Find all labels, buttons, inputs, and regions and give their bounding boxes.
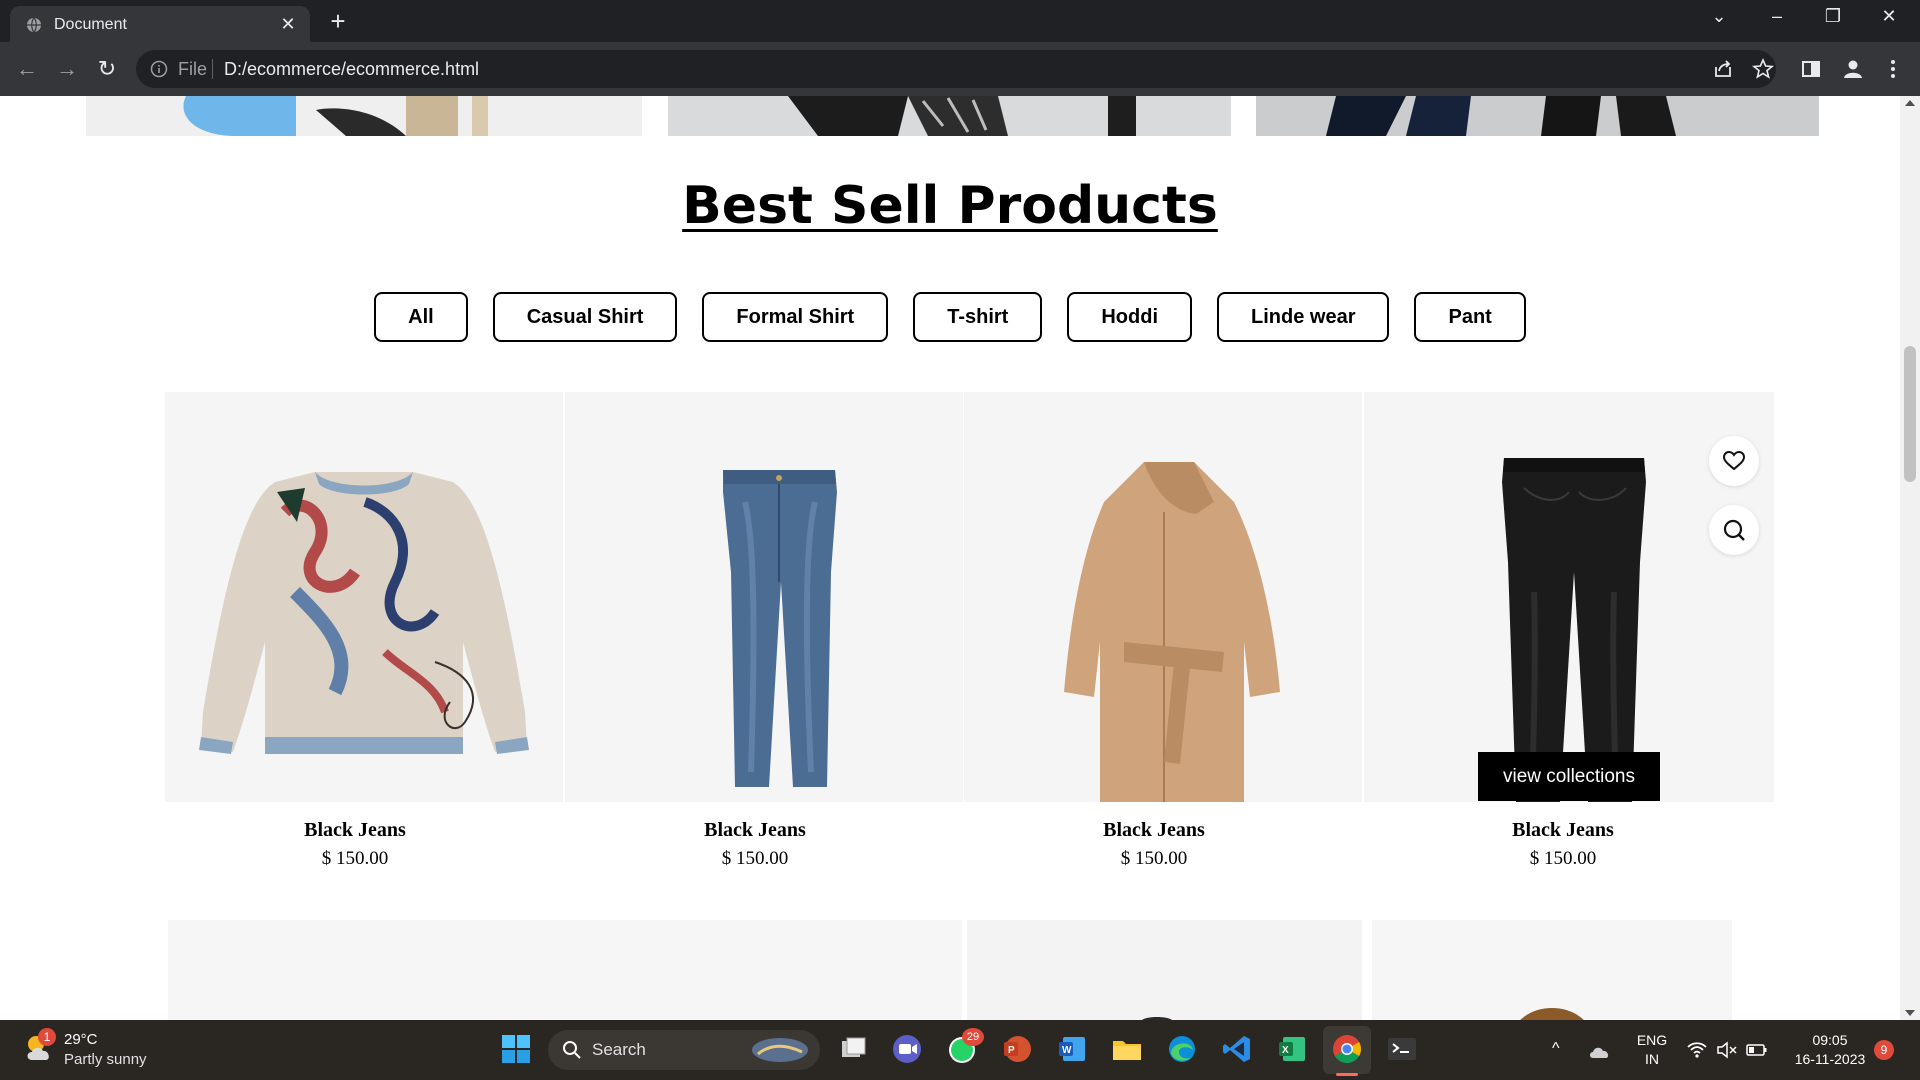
svg-text:P: P [1008, 1045, 1015, 1056]
product-image-sweater[interactable] [165, 392, 563, 802]
search-icon [563, 1041, 581, 1059]
volume-muted-icon[interactable] [1716, 1040, 1738, 1060]
globe-icon [27, 17, 41, 33]
terminal-icon[interactable] [1385, 1032, 1419, 1066]
tab-search-chevron-icon[interactable]: ⌄ [1704, 6, 1734, 27]
filter-pant-button[interactable]: Pant [1414, 292, 1526, 342]
forward-button[interactable]: → [52, 54, 82, 84]
wishlist-button[interactable] [1709, 436, 1759, 486]
omnibox-divider [212, 59, 213, 79]
browser-tab[interactable]: Document ✕ [10, 6, 310, 42]
product-card-row2[interactable] [168, 920, 962, 1020]
windows-start-icon[interactable] [499, 1032, 533, 1066]
filter-linde-wear-button[interactable]: Linde wear [1217, 292, 1390, 342]
bookmark-star-icon[interactable] [1748, 54, 1778, 84]
new-tab-button[interactable]: + [324, 6, 352, 37]
product-image-camel-coat[interactable] [964, 392, 1362, 802]
language-indicator[interactable]: ENG [1632, 1032, 1672, 1048]
weather-alert-badge: 1 [38, 1028, 56, 1046]
page-scrollbar[interactable] [1900, 96, 1920, 1020]
filter-all-button[interactable]: All [374, 292, 468, 342]
menu-kebab-icon[interactable] [1878, 54, 1908, 84]
meet-icon[interactable] [890, 1032, 924, 1066]
clock-date[interactable]: 16-11-2023 [1786, 1051, 1874, 1067]
word-icon[interactable]: W [1055, 1032, 1089, 1066]
svg-text:X: X [1282, 1045, 1289, 1056]
excel-icon[interactable]: X [1275, 1032, 1309, 1066]
section-title: Best Sell Products [682, 176, 1218, 236]
notification-count-badge[interactable]: 9 [1874, 1040, 1894, 1060]
back-button[interactable]: ← [12, 54, 42, 84]
browser-toolbar: ← → ↻ File D:/ecommerce/ecommerce.html [0, 42, 1920, 96]
powerpoint-icon[interactable]: P [1000, 1032, 1034, 1066]
filter-casual-shirt-button[interactable]: Casual Shirt [492, 292, 678, 342]
filter-hoddi-button[interactable]: Hoddi [1067, 292, 1192, 342]
weather-description: Partly sunny [64, 1051, 147, 1068]
search-icon [1723, 519, 1745, 541]
banner-image-1 [86, 96, 642, 136]
windows-taskbar: 1 29°C Partly sunny Search 29 P W X ^ EN… [0, 1020, 1920, 1080]
product-name[interactable]: Black Jeans [165, 819, 545, 842]
reload-button[interactable]: ↻ [92, 54, 122, 84]
scheme-label: File [178, 59, 208, 79]
wifi-icon[interactable] [1686, 1040, 1708, 1060]
scroll-down-arrow-icon[interactable] [1905, 1010, 1915, 1016]
share-icon[interactable] [1708, 54, 1738, 84]
tab-title: Document [54, 16, 127, 33]
task-view-icon[interactable] [836, 1032, 870, 1066]
heart-icon [1722, 450, 1746, 471]
search-highlight-icon [752, 1038, 808, 1062]
battery-icon[interactable] [1746, 1042, 1768, 1058]
product-price: $ 150.00 [321, 848, 389, 869]
vscode-icon[interactable] [1220, 1032, 1254, 1066]
side-panel-icon[interactable] [1796, 54, 1826, 84]
product-card-row2[interactable] [967, 920, 1362, 1020]
product-image-blue-jeans[interactable] [565, 392, 963, 802]
show-hidden-icons-chevron-icon[interactable]: ^ [1552, 1040, 1560, 1058]
product-name[interactable]: Black Jeans [1364, 819, 1762, 842]
chrome-icon[interactable] [1330, 1032, 1364, 1066]
product-price: $ 150.00 [721, 848, 789, 869]
filter-formal-shirt-button[interactable]: Formal Shirt [702, 292, 889, 342]
chrome-running-indicator [1336, 1073, 1358, 1076]
close-tab-icon[interactable]: ✕ [278, 14, 298, 35]
banner-image-3 [1256, 96, 1819, 136]
restore-button[interactable]: ❐ [1818, 6, 1848, 27]
weather-temperature: 29°C [64, 1031, 98, 1048]
profile-icon[interactable] [1838, 54, 1868, 84]
svg-text:W: W [1062, 1045, 1072, 1056]
whatsapp-unread-badge: 29 [962, 1028, 984, 1046]
taskbar-search-box[interactable]: Search [548, 1030, 820, 1070]
product-name[interactable]: Black Jeans [565, 819, 945, 842]
taskbar-search-label: Search [592, 1040, 646, 1059]
browser-tab-strip: Document ✕ + ⌄ – ❐ ✕ [0, 0, 1920, 42]
banner-image-2 [668, 96, 1231, 136]
product-price: $ 150.00 [1529, 848, 1597, 869]
product-name[interactable]: Black Jeans [964, 819, 1344, 842]
minimize-button[interactable]: – [1762, 6, 1792, 27]
edge-icon[interactable] [1165, 1032, 1199, 1066]
view-collections-button[interactable]: view collections [1478, 752, 1660, 801]
scroll-up-arrow-icon[interactable] [1905, 100, 1915, 106]
product-price: $ 150.00 [1120, 848, 1188, 869]
quick-view-button[interactable] [1709, 505, 1759, 555]
clock-time[interactable]: 09:05 [1786, 1032, 1874, 1048]
address-bar[interactable]: File D:/ecommerce/ecommerce.html [136, 50, 1776, 88]
url-text[interactable]: D:/ecommerce/ecommerce.html [224, 59, 479, 80]
info-icon[interactable] [150, 60, 168, 78]
onedrive-icon[interactable] [1588, 1042, 1614, 1062]
category-filter-bar: All Casual Shirt Formal Shirt T-shirt Ho… [0, 292, 1900, 342]
page-viewport: Best Sell Products All Casual Shirt Form… [0, 96, 1900, 1020]
product-card-row2[interactable] [1372, 920, 1732, 1020]
filter-t-shirt-button[interactable]: T-shirt [913, 292, 1043, 342]
scrollbar-thumb[interactable] [1904, 346, 1916, 482]
file-explorer-icon[interactable] [1110, 1032, 1144, 1066]
region-indicator[interactable]: IN [1632, 1051, 1672, 1067]
close-window-button[interactable]: ✕ [1874, 6, 1904, 27]
